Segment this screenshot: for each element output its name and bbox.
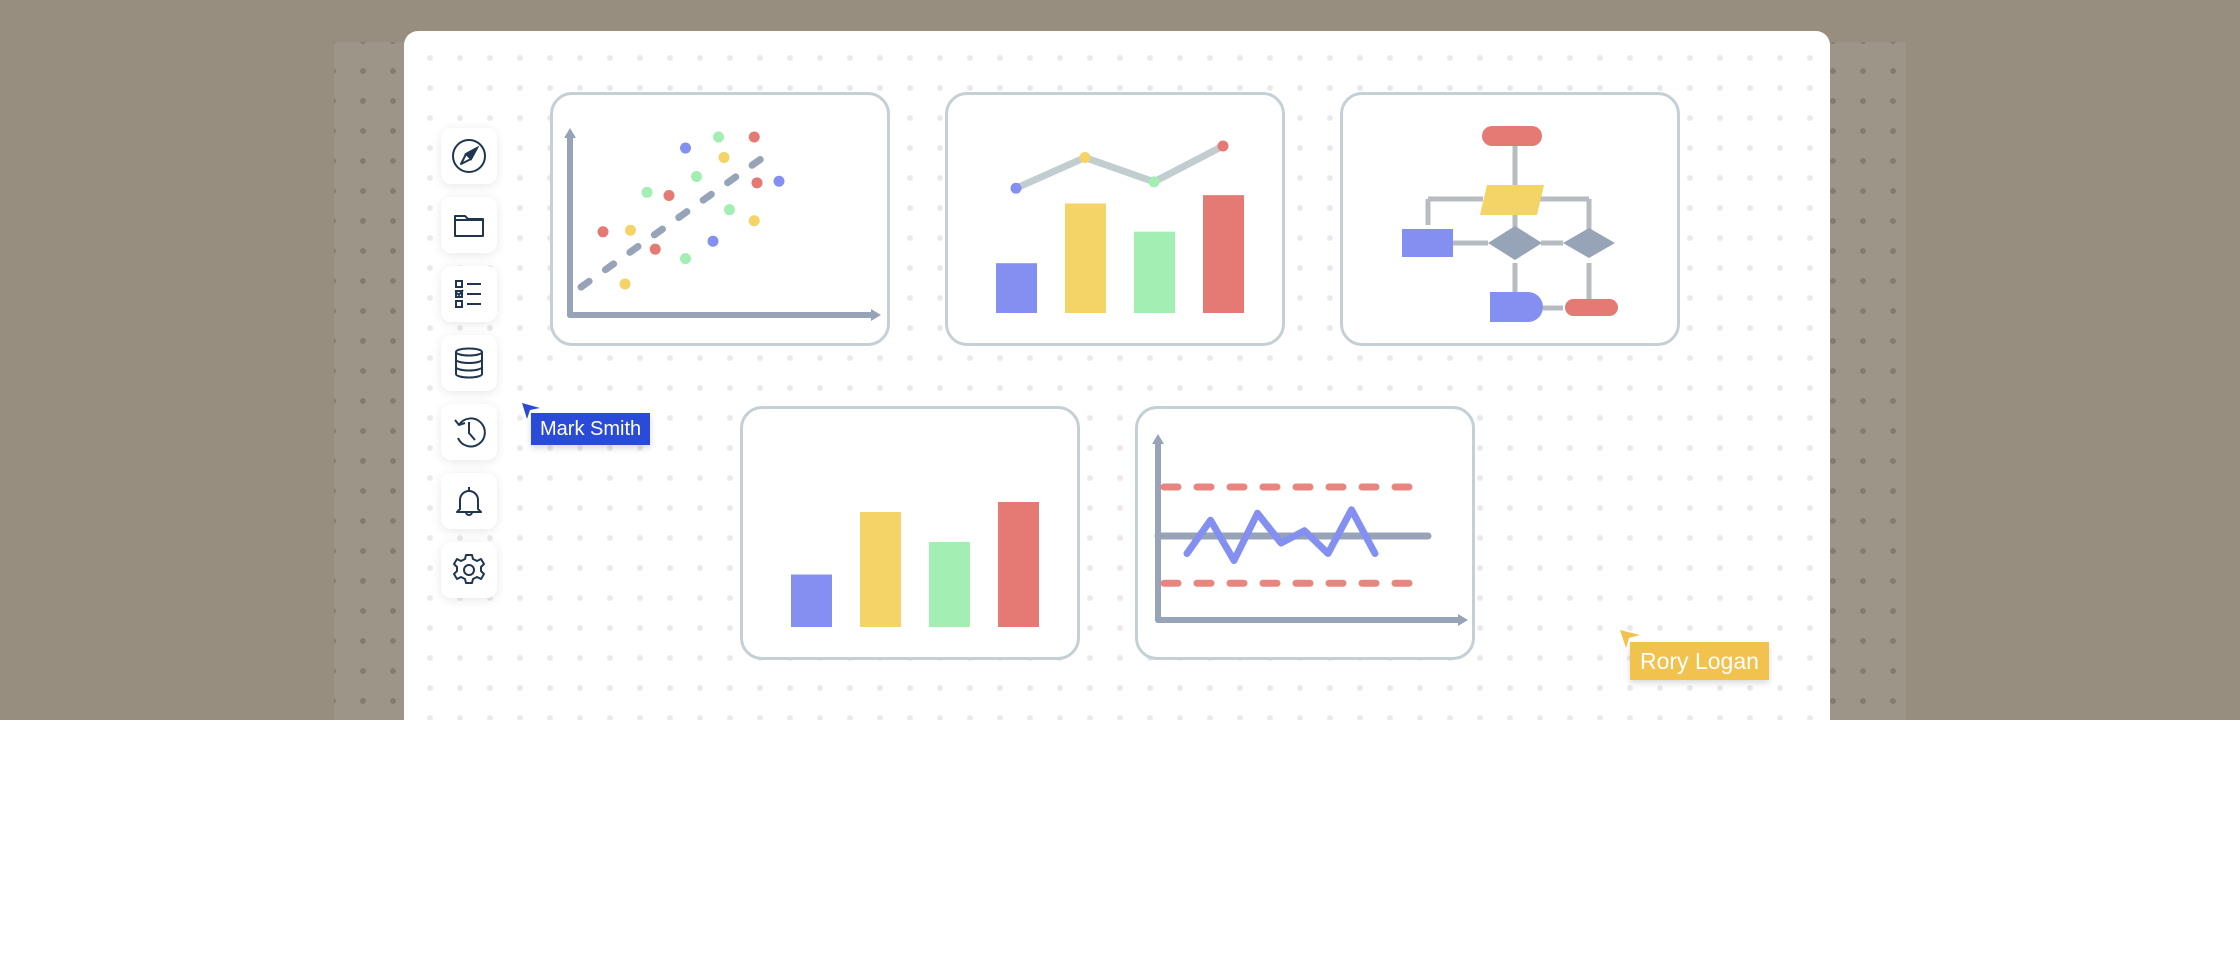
tool-tasks[interactable] [441, 266, 497, 322]
tool-history[interactable] [441, 404, 497, 460]
line-point [1079, 152, 1091, 164]
y-axis-arrow [1152, 434, 1164, 444]
gear-icon [453, 554, 485, 584]
bar-line-chart-graphic [996, 140, 1244, 313]
bar [860, 512, 901, 627]
tool-settings[interactable] [441, 542, 497, 598]
scatter-point [625, 224, 636, 236]
line-point [1148, 176, 1160, 188]
toolbar [441, 128, 497, 611]
database-icon [455, 347, 483, 379]
flow-delay-node [1490, 292, 1543, 322]
bar [1065, 203, 1106, 313]
scatter-point [649, 243, 661, 255]
scatter-point [680, 253, 691, 265]
trend-line [577, 144, 780, 291]
tool-files[interactable] [441, 197, 497, 253]
scatter-point [707, 235, 719, 247]
tool-notifications[interactable] [441, 473, 497, 529]
folder-icon [454, 215, 484, 237]
line-point [1010, 182, 1022, 194]
checklist-icon [455, 280, 481, 308]
flow-decision-node [1488, 226, 1542, 260]
scatter-point [748, 131, 760, 143]
scatter-point [713, 131, 724, 143]
trend-line [1012, 142, 1227, 192]
scatter-point [724, 204, 735, 216]
tool-explore[interactable] [441, 128, 497, 184]
scatter-point [641, 186, 653, 198]
scatter-point [680, 142, 691, 154]
bar-chart-graphic [791, 502, 1039, 627]
scatter-plot-graphic [564, 128, 881, 321]
card-scatter-plot[interactable] [550, 92, 890, 346]
scatter-point [773, 175, 785, 187]
flowchart-graphic [1402, 126, 1618, 322]
history-icon [454, 417, 486, 448]
bar [998, 502, 1039, 627]
scatter-point [619, 278, 631, 290]
control-chart-graphic [1152, 434, 1468, 626]
bar [1203, 195, 1244, 313]
scatter-point [748, 215, 760, 227]
scatter-point [691, 171, 702, 182]
y-axis-arrow [564, 128, 576, 138]
bar [929, 542, 970, 627]
bar [1134, 231, 1175, 313]
tool-database[interactable] [441, 335, 497, 391]
card-flowchart[interactable] [1340, 92, 1680, 346]
flow-end-node [1565, 299, 1618, 316]
x-axis-arrow [1458, 614, 1468, 626]
scatter-point [663, 189, 675, 201]
card-bar-chart[interactable] [740, 406, 1080, 660]
line-point [1217, 140, 1229, 152]
flow-start-node [1482, 126, 1542, 146]
collaborator-name-label: Rory Logan [1630, 642, 1769, 680]
scatter-point [751, 177, 763, 189]
bar [996, 263, 1037, 313]
card-control-chart[interactable] [1135, 406, 1475, 660]
flow-input-node [1480, 185, 1544, 215]
compass-icon [452, 139, 486, 173]
scatter-point [718, 152, 730, 164]
flow-process-node [1402, 229, 1453, 257]
x-axis-arrow [871, 309, 881, 321]
collaborator-name-label: Mark Smith [531, 413, 651, 445]
bar [791, 574, 832, 627]
bell-icon [456, 487, 482, 516]
flow-decision-node [1563, 228, 1615, 258]
card-bar-line-chart[interactable] [945, 92, 1285, 346]
scatter-point [597, 226, 609, 238]
